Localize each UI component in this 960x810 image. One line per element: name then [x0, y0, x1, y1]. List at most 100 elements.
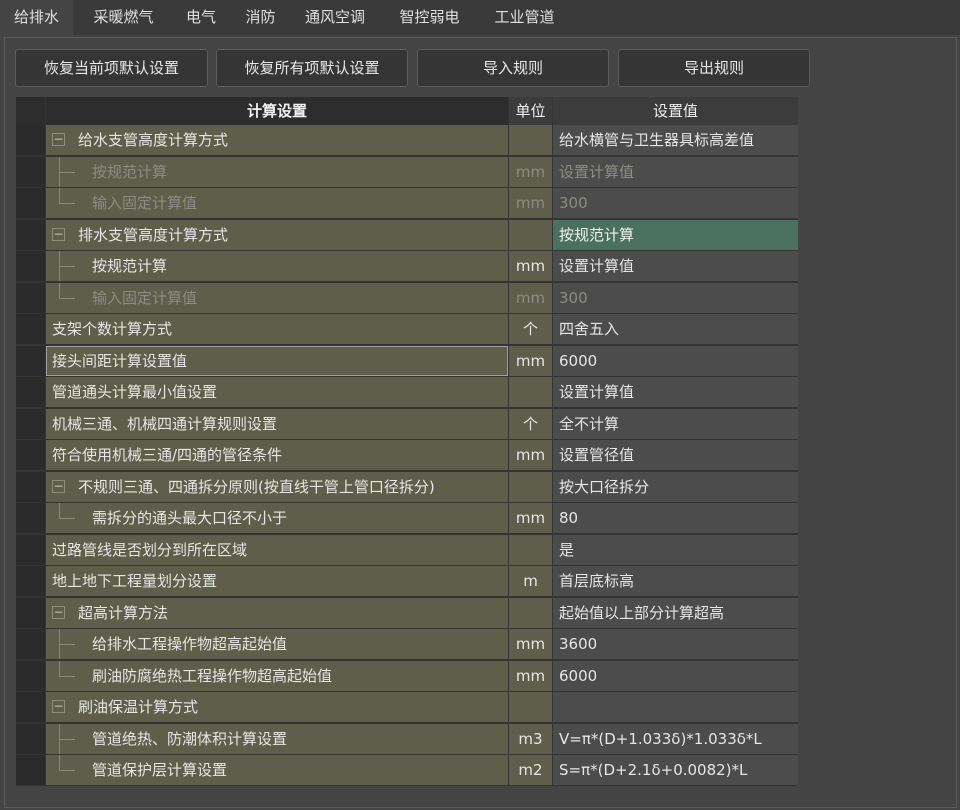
row-header[interactable]: [16, 503, 45, 533]
collapse-icon[interactable]: −: [52, 700, 65, 713]
tab-industrial-piping[interactable]: 工业管道: [481, 0, 568, 35]
table-row[interactable]: − 超高计算方法 起始值以上部分计算超高: [16, 597, 798, 629]
tab-fire-protection[interactable]: 消防: [234, 0, 287, 35]
table-row[interactable]: 按规范计算 mm 设置计算值: [16, 156, 798, 188]
import-rules-button[interactable]: 导入规则: [417, 49, 609, 87]
table-row[interactable]: 输入固定计算值 mm 300: [16, 188, 798, 219]
row-header[interactable]: [16, 377, 45, 407]
restore-all-defaults-button[interactable]: 恢复所有项默认设置: [216, 49, 408, 87]
setting-name: 过路管线是否划分到所在区域: [52, 540, 248, 559]
row-header[interactable]: [16, 597, 45, 628]
restore-current-defaults-button[interactable]: 恢复当前项默认设置: [15, 49, 208, 87]
table-row[interactable]: 管道保护层计算设置 m2 S=π*(D+2.1δ+0.0082)*L: [16, 755, 798, 786]
value-cell[interactable]: 四舍五入: [553, 314, 798, 344]
setting-name-cell: − 排水支管高度计算方式: [46, 219, 508, 250]
tab-water-supply-drainage[interactable]: 给排水: [0, 0, 73, 35]
row-header[interactable]: [16, 219, 45, 250]
value-cell[interactable]: 按大口径拆分: [553, 471, 798, 502]
value-cell[interactable]: 设置计算值: [553, 377, 798, 407]
value-cell[interactable]: 是: [553, 534, 798, 565]
settings-grid: 计算设置 单位 设置值 − 给水支管高度计算方式 给水横管与卫生器具标高差值 按规范计…: [16, 97, 798, 786]
row-header[interactable]: [16, 314, 45, 344]
setting-name-cell: − 刷油保温计算方式: [46, 692, 508, 722]
setting-name: 支架个数计算方式: [52, 320, 173, 338]
value-cell[interactable]: 按规范计算: [553, 219, 798, 250]
setting-name-cell: 地上地下工程量划分设置: [46, 566, 508, 596]
unit-cell: [509, 219, 552, 250]
row-header[interactable]: [16, 188, 45, 218]
row-header[interactable]: [16, 629, 45, 659]
row-header[interactable]: [16, 251, 45, 281]
table-row[interactable]: 输入固定计算值 mm 300: [16, 282, 798, 314]
value-cell[interactable]: 80: [553, 503, 798, 533]
table-row[interactable]: − 给水支管高度计算方式 给水横管与卫生器具标高差值: [16, 125, 798, 156]
unit-cell: mm: [509, 660, 552, 691]
table-row[interactable]: 机械三通、机械四通计算规则设置 个全不计算: [16, 408, 798, 440]
tab-heating-gas[interactable]: 采暖燃气: [80, 0, 167, 35]
setting-name: 需拆分的通头最大口径不小于: [92, 509, 288, 527]
row-header[interactable]: [16, 440, 45, 470]
table-row[interactable]: 符合使用机械三通/四通的管径条件 mm 设置管径值: [16, 440, 798, 471]
row-header[interactable]: [16, 534, 45, 565]
value-cell[interactable]: S=π*(D+2.1δ+0.0082)*L: [553, 755, 798, 785]
value-cell[interactable]: 起始值以上部分计算超高: [553, 597, 798, 628]
tab-intelligent-low-voltage[interactable]: 智控弱电: [386, 0, 473, 35]
table-row[interactable]: 给排水工程操作物超高起始值 mm 3600: [16, 629, 798, 660]
table-row[interactable]: 刷油防腐绝热工程操作物超高起始值 mm 6000: [16, 660, 798, 692]
value-cell[interactable]: 300: [553, 282, 798, 313]
tree-line: [59, 518, 75, 519]
row-header[interactable]: [16, 692, 45, 722]
table-row[interactable]: 按规范计算 mm 设置计算值: [16, 251, 798, 282]
value-cell[interactable]: [553, 692, 798, 722]
value-cell[interactable]: 全不计算: [553, 408, 798, 439]
table-row[interactable]: − 排水支管高度计算方式 按规范计算: [16, 219, 798, 251]
setting-name: 管道保护层计算设置: [92, 761, 228, 779]
value-cell[interactable]: V=π*(D+1.033δ)*1.033δ*L: [553, 723, 798, 754]
table-row[interactable]: 需拆分的通头最大口径不小于 mm 80: [16, 503, 798, 534]
row-header[interactable]: [16, 471, 45, 502]
table-row[interactable]: 管道通头计算最小值设置 设置计算值: [16, 377, 798, 408]
collapse-icon[interactable]: −: [52, 605, 65, 619]
collapse-icon[interactable]: −: [52, 227, 65, 241]
table-row[interactable]: 地上地下工程量划分设置 m 首层底标高: [16, 566, 798, 597]
table-row[interactable]: − 不规则三通、四通拆分原则(按直线干管上管口径拆分) 按大口径拆分: [16, 471, 798, 503]
row-header[interactable]: [16, 345, 45, 376]
row-header[interactable]: [16, 282, 45, 313]
setting-name: 给水支管高度计算方式: [78, 131, 229, 149]
value-cell[interactable]: 首层底标高: [553, 566, 798, 596]
value-cell[interactable]: 6000: [553, 345, 798, 376]
table-row[interactable]: 过路管线是否划分到所在区域 是: [16, 534, 798, 566]
tab-electrical[interactable]: 电气: [174, 0, 228, 35]
table-row[interactable]: 接头间距计算设置值 mm 6000: [16, 345, 798, 377]
setting-name-cell: 管道通头计算最小值设置: [46, 377, 508, 407]
value-cell[interactable]: 设置计算值: [553, 251, 798, 281]
row-header[interactable]: [16, 755, 45, 785]
value-cell[interactable]: 300: [553, 188, 798, 218]
value-cell[interactable]: 6000: [553, 660, 798, 691]
value-cell[interactable]: 设置管径值: [553, 440, 798, 470]
row-header[interactable]: [16, 408, 45, 439]
value-cell[interactable]: 给水横管与卫生器具标高差值: [553, 125, 798, 155]
header-unit: 单位: [509, 97, 552, 125]
row-header[interactable]: [16, 723, 45, 754]
row-header[interactable]: [16, 125, 45, 155]
row-header[interactable]: [16, 566, 45, 596]
setting-name: 地上地下工程量划分设置: [52, 572, 218, 590]
row-header[interactable]: [16, 660, 45, 691]
value-cell[interactable]: 设置计算值: [553, 156, 798, 187]
tree-line: [59, 203, 75, 204]
row-header[interactable]: [16, 156, 45, 187]
export-rules-button[interactable]: 导出规则: [618, 49, 810, 87]
setting-name: 管道绝热、防潮体积计算设置: [92, 729, 288, 748]
unit-cell: [509, 125, 552, 155]
setting-name: 排水支管高度计算方式: [78, 225, 229, 244]
table-row[interactable]: 管道绝热、防潮体积计算设置 m3 V=π*(D+1.033δ)*1.033δ*L: [16, 723, 798, 755]
collapse-icon[interactable]: −: [52, 133, 65, 146]
table-row[interactable]: − 刷油保温计算方式: [16, 692, 798, 723]
collapse-icon[interactable]: −: [52, 479, 65, 493]
value-cell[interactable]: 3600: [553, 629, 798, 659]
table-row[interactable]: 支架个数计算方式 个四舍五入: [16, 314, 798, 345]
setting-name: 接头间距计算设置值: [52, 351, 188, 370]
tab-hvac[interactable]: 通风空调: [293, 0, 377, 35]
unit-cell: m2: [509, 755, 552, 785]
